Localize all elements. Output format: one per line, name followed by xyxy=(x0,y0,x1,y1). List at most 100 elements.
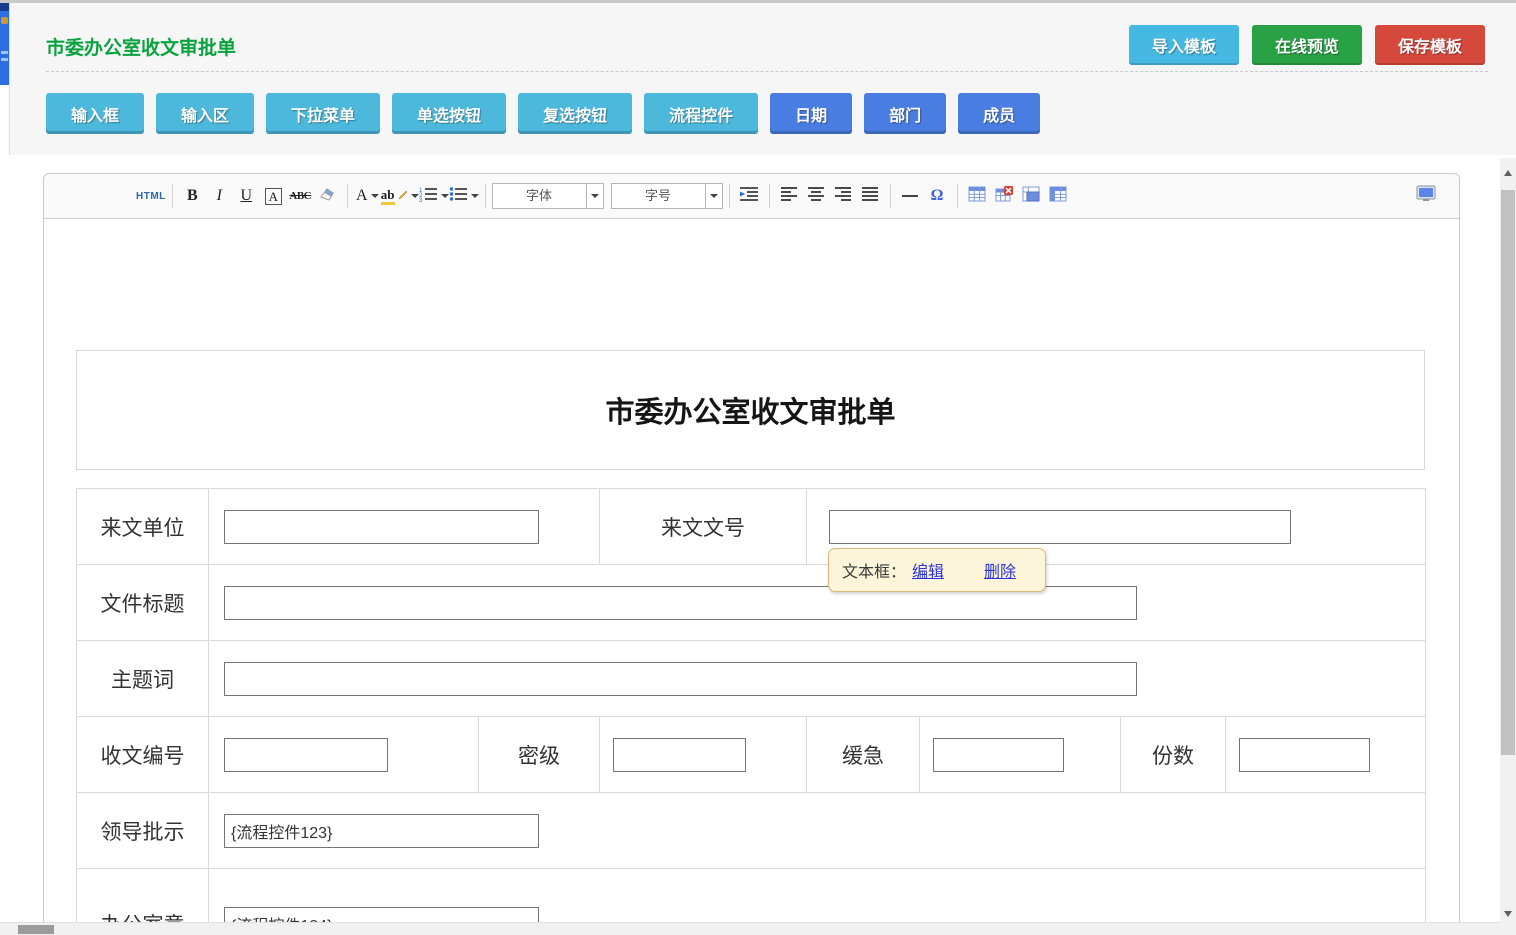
cell-properties-button[interactable] xyxy=(1018,183,1045,210)
scroll-down-icon[interactable] xyxy=(1504,911,1512,917)
text-border-button[interactable]: A xyxy=(260,183,287,210)
field-label: 密级 xyxy=(479,717,600,793)
edge-mark xyxy=(1,51,8,54)
widget-radio-button[interactable]: 单选按钮 xyxy=(392,93,506,134)
toolbar-separator xyxy=(485,184,486,208)
fullscreen-button[interactable] xyxy=(1412,183,1439,210)
unordered-list-icon xyxy=(449,186,468,207)
copies-count-input[interactable] xyxy=(1239,738,1370,772)
align-justify-button[interactable] xyxy=(857,183,884,210)
indent-button[interactable] xyxy=(736,183,763,210)
strikethrough-button[interactable]: ABC xyxy=(287,183,314,210)
edit-link[interactable]: 编辑 xyxy=(912,558,944,582)
field-label: 文件标题 xyxy=(77,565,209,641)
underline-button[interactable]: U xyxy=(233,183,260,210)
fullscreen-icon xyxy=(1416,185,1436,207)
widget-flow-control-button[interactable]: 流程控件 xyxy=(644,93,758,134)
delete-table-icon xyxy=(995,186,1013,207)
widget-member-button[interactable]: 成员 xyxy=(958,93,1040,134)
toolbar-separator xyxy=(957,184,958,208)
eraser-icon xyxy=(318,185,336,208)
chevron-down-icon xyxy=(471,194,479,198)
horizontal-rule-button[interactable] xyxy=(897,183,924,210)
ordered-list-icon: 123 xyxy=(419,186,438,207)
editor-toolbar: HTML B I U A ABC A ab 123 xyxy=(44,174,1459,219)
field-label: 来文单位 xyxy=(77,489,209,565)
widget-dropdown-button[interactable]: 下拉菜单 xyxy=(266,93,380,134)
subject-words-input[interactable] xyxy=(224,662,1137,696)
tooltip-label: 文本框： xyxy=(842,558,906,582)
page-title: 市委办公室收文审批单 xyxy=(46,33,236,60)
form-table: 来文单位 来文文号 文件标题 主题词 收文编号 密级 xyxy=(76,488,1426,935)
leader-remarks-flow-input[interactable] xyxy=(224,814,539,848)
urgency-input[interactable] xyxy=(933,738,1064,772)
indent-icon xyxy=(739,186,759,207)
table-row: 领导批示 xyxy=(77,793,1426,869)
online-preview-button[interactable]: 在线预览 xyxy=(1252,25,1362,65)
edge-mark xyxy=(1,17,8,24)
align-center-icon xyxy=(807,186,825,206)
align-justify-icon xyxy=(861,186,879,206)
incoming-unit-input[interactable] xyxy=(224,510,539,544)
page-header: 市委办公室收文审批单 导入模板 在线预览 保存模板 输入框 输入区 下拉菜单 单… xyxy=(9,3,1516,155)
header-divider xyxy=(46,71,1488,72)
delete-link[interactable]: 删除 xyxy=(984,558,1016,582)
table-row: 文件标题 xyxy=(77,565,1426,641)
widget-input-box-button[interactable]: 输入框 xyxy=(46,93,144,134)
scroll-up-icon[interactable] xyxy=(1504,170,1512,176)
browser-edge-strip xyxy=(0,3,9,85)
table-properties-icon xyxy=(1049,186,1067,207)
widget-department-button[interactable]: 部门 xyxy=(864,93,946,134)
chevron-down-icon xyxy=(586,184,603,208)
highlight-color-button[interactable]: ab xyxy=(381,183,419,210)
chevron-down-icon xyxy=(705,184,722,208)
align-right-button[interactable] xyxy=(830,183,857,210)
horizontal-scrollbar-thumb[interactable] xyxy=(18,925,54,934)
toolbar-separator xyxy=(890,184,891,208)
font-color-button[interactable]: A xyxy=(354,183,381,210)
chevron-down-icon xyxy=(371,194,379,198)
delete-table-button[interactable] xyxy=(991,183,1018,210)
edge-mark xyxy=(1,58,8,61)
vertical-scrollbar[interactable] xyxy=(1500,158,1516,935)
svg-text:3: 3 xyxy=(419,198,423,202)
secrecy-level-input[interactable] xyxy=(613,738,746,772)
field-label: 来文文号 xyxy=(600,489,807,565)
align-center-button[interactable] xyxy=(803,183,830,210)
save-template-button[interactable]: 保存模板 xyxy=(1375,25,1485,65)
bold-button[interactable]: B xyxy=(179,183,206,210)
field-label: 份数 xyxy=(1121,717,1226,793)
receipt-number-input[interactable] xyxy=(224,738,388,772)
align-left-button[interactable] xyxy=(776,183,803,210)
hr-icon xyxy=(902,195,918,197)
import-template-button[interactable]: 导入模板 xyxy=(1129,25,1239,65)
toolbar-separator xyxy=(347,184,348,208)
table-row: 收文编号 密级 缓急 份数 xyxy=(77,717,1426,793)
vertical-scrollbar-thumb[interactable] xyxy=(1501,190,1515,755)
toolbar-separator xyxy=(769,184,770,208)
font-family-select[interactable]: 字体 xyxy=(492,183,604,209)
html-source-button[interactable]: HTML xyxy=(136,183,166,210)
table-properties-button[interactable] xyxy=(1045,183,1072,210)
toolbar-separator xyxy=(172,184,173,208)
horizontal-scrollbar[interactable] xyxy=(0,922,1500,935)
form-title: 市委办公室收文审批单 xyxy=(605,389,895,431)
widget-date-button[interactable]: 日期 xyxy=(770,93,852,134)
incoming-doc-number-input[interactable] xyxy=(829,510,1291,544)
pencil-icon xyxy=(398,187,408,205)
italic-button[interactable]: I xyxy=(206,183,233,210)
insert-table-button[interactable] xyxy=(964,183,991,210)
widget-button-row: 输入框 输入区 下拉菜单 单选按钮 复选按钮 流程控件 日期 部门 成员 xyxy=(46,93,1040,134)
font-size-select[interactable]: 字号 xyxy=(611,183,723,209)
table-row: 来文单位 来文文号 xyxy=(77,489,1426,565)
special-char-button[interactable]: Ω xyxy=(924,183,951,210)
editor-canvas[interactable]: 市委办公室收文审批单 来文单位 来文文号 文件标题 主题 xyxy=(44,220,1459,935)
cell-properties-icon xyxy=(1022,186,1040,207)
field-label: 缓急 xyxy=(807,717,920,793)
remove-format-button[interactable] xyxy=(314,183,341,210)
widget-checkbox-button[interactable]: 复选按钮 xyxy=(518,93,632,134)
edge-mark xyxy=(0,3,9,11)
ordered-list-button[interactable]: 123 xyxy=(419,183,449,210)
widget-textarea-button[interactable]: 输入区 xyxy=(156,93,254,134)
unordered-list-button[interactable] xyxy=(449,183,479,210)
